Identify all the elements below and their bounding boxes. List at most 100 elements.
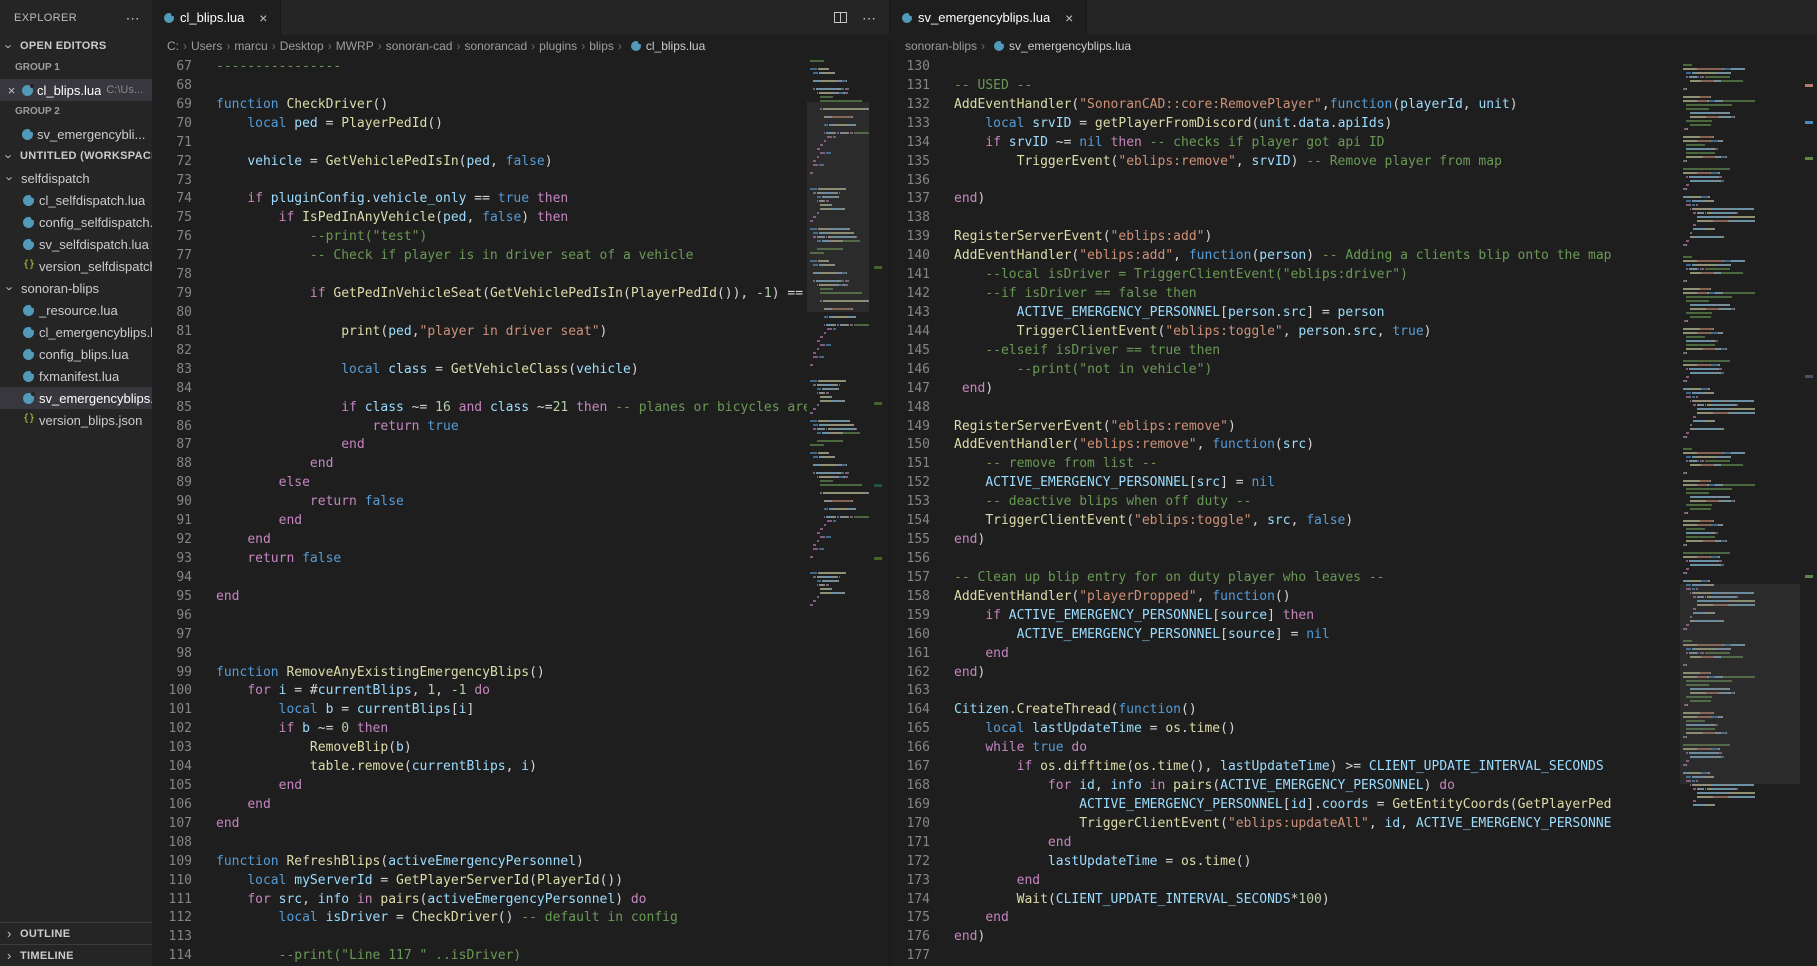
code-line[interactable] [216, 304, 807, 323]
code-line[interactable]: while true do [954, 739, 1680, 758]
code-line[interactable]: ACTIVE_EMERGENCY_PERSONNEL[id].coords = … [954, 796, 1680, 815]
scrollbar[interactable] [869, 57, 889, 966]
code-line[interactable] [954, 550, 1680, 569]
split-editor-icon[interactable] [834, 12, 847, 23]
code-line[interactable]: --elseif isDriver == true then [954, 342, 1680, 361]
code-line[interactable]: local isDriver = CheckDriver() -- defaul… [216, 909, 807, 928]
tab-cl-blips-lua[interactable]: cl_blips.lua × [152, 0, 281, 35]
line-number[interactable]: 100 [152, 682, 192, 701]
line-number[interactable]: 177 [890, 947, 930, 966]
line-number[interactable]: 82 [152, 342, 192, 361]
breadcrumb-item[interactable]: sonoran-cad [386, 39, 453, 53]
line-number[interactable]: 77 [152, 247, 192, 266]
line-number[interactable]: 168 [890, 777, 930, 796]
line-number[interactable]: 144 [890, 323, 930, 342]
code-line[interactable] [954, 399, 1680, 418]
code-line[interactable]: TriggerEvent("eblips:remove", srvID) -- … [954, 153, 1680, 172]
breadcrumb-item[interactable]: blips [589, 39, 614, 53]
line-number[interactable]: 83 [152, 361, 192, 380]
line-number[interactable]: 167 [890, 758, 930, 777]
line-number[interactable]: 154 [890, 512, 930, 531]
line-number[interactable]: 101 [152, 701, 192, 720]
code-area[interactable]: -- USED --AddEventHandler("SonoranCAD::c… [930, 57, 1680, 966]
code-line[interactable]: table.remove(currentBlips, i) [216, 758, 807, 777]
code-line[interactable]: end [954, 834, 1680, 853]
line-number[interactable]: 170 [890, 815, 930, 834]
code-line[interactable]: -- remove from list -- [954, 455, 1680, 474]
code-line[interactable]: RegisterServerEvent("eblips:remove") [954, 418, 1680, 437]
code-line[interactable]: ACTIVE_EMERGENCY_PERSONNEL[src] = nil [954, 474, 1680, 493]
line-number[interactable]: 130 [890, 58, 930, 77]
code-line[interactable]: end [954, 909, 1680, 928]
line-number[interactable]: 105 [152, 777, 192, 796]
code-line[interactable] [216, 626, 807, 645]
line-number[interactable]: 160 [890, 626, 930, 645]
line-number[interactable]: 172 [890, 853, 930, 872]
line-number[interactable]: 166 [890, 739, 930, 758]
code-line[interactable]: end) [954, 928, 1680, 947]
line-number[interactable]: 173 [890, 872, 930, 891]
line-number[interactable]: 107 [152, 815, 192, 834]
tree-item[interactable]: version_selfdispatch... [0, 255, 152, 277]
code-line[interactable]: vehicle = GetVehiclePedIsIn(ped, false) [216, 153, 807, 172]
line-number[interactable]: 81 [152, 323, 192, 342]
code-line[interactable] [216, 172, 807, 191]
code-line[interactable]: for i = #currentBlips, 1, -1 do [216, 682, 807, 701]
code-line[interactable]: RegisterServerEvent("eblips:add") [954, 228, 1680, 247]
line-number[interactable]: 86 [152, 418, 192, 437]
line-number[interactable]: 164 [890, 701, 930, 720]
code-line[interactable]: end) [954, 380, 1680, 399]
code-line[interactable]: end [216, 796, 807, 815]
code-line[interactable]: -- deactive blips when off duty -- [954, 493, 1680, 512]
line-number[interactable]: 141 [890, 266, 930, 285]
line-number[interactable]: 161 [890, 645, 930, 664]
line-number[interactable]: 134 [890, 134, 930, 153]
line-number[interactable]: 95 [152, 588, 192, 607]
code-line[interactable] [216, 77, 807, 96]
code-line[interactable]: --print("not in vehicle") [954, 361, 1680, 380]
line-number[interactable]: 103 [152, 739, 192, 758]
code-line[interactable]: TriggerClientEvent("eblips:updateAll", i… [954, 815, 1680, 834]
line-number[interactable]: 159 [890, 607, 930, 626]
line-number[interactable]: 114 [152, 947, 192, 966]
line-number[interactable]: 147 [890, 380, 930, 399]
code-line[interactable]: TriggerClientEvent("eblips:toggle", pers… [954, 323, 1680, 342]
tree-folder[interactable]: selfdispatch [0, 167, 152, 189]
line-number[interactable]: 71 [152, 134, 192, 153]
code-line[interactable]: function RemoveAnyExistingEmergencyBlips… [216, 664, 807, 683]
line-number[interactable]: 68 [152, 77, 192, 96]
line-number[interactable]: 70 [152, 115, 192, 134]
code-line[interactable]: local ped = PlayerPedId() [216, 115, 807, 134]
line-number[interactable]: 137 [890, 190, 930, 209]
code-line[interactable]: if pluginConfig.vehicle_only == true the… [216, 190, 807, 209]
code-line[interactable]: local myServerId = GetPlayerServerId(Pla… [216, 872, 807, 891]
code-line[interactable]: return false [216, 493, 807, 512]
code-line[interactable] [216, 834, 807, 853]
line-number[interactable]: 165 [890, 720, 930, 739]
code-line[interactable] [954, 682, 1680, 701]
code-line[interactable] [216, 607, 807, 626]
code-line[interactable] [216, 342, 807, 361]
line-number[interactable]: 72 [152, 153, 192, 172]
line-number[interactable]: 111 [152, 891, 192, 910]
scrollbar[interactable] [1800, 57, 1817, 966]
code-line[interactable]: end [216, 777, 807, 796]
code-line[interactable] [216, 380, 807, 399]
line-number[interactable]: 93 [152, 550, 192, 569]
line-number[interactable]: 85 [152, 399, 192, 418]
line-number[interactable]: 75 [152, 209, 192, 228]
code-line[interactable]: local class = GetVehicleClass(vehicle) [216, 361, 807, 380]
code-line[interactable]: end [954, 645, 1680, 664]
minimap-slider[interactable] [807, 102, 869, 311]
tree-item[interactable]: sv_emergencyblips.lua [0, 387, 152, 409]
code-line[interactable]: local b = currentBlips[i] [216, 701, 807, 720]
line-number[interactable]: 157 [890, 569, 930, 588]
line-number[interactable]: 76 [152, 228, 192, 247]
tree-item[interactable]: _resource.lua [0, 299, 152, 321]
close-icon[interactable]: × [5, 83, 18, 98]
line-number[interactable]: 156 [890, 550, 930, 569]
line-number[interactable]: 163 [890, 682, 930, 701]
line-number[interactable]: 67 [152, 58, 192, 77]
line-number[interactable]: 78 [152, 266, 192, 285]
code-line[interactable]: if IsPedInAnyVehicle(ped, false) then [216, 209, 807, 228]
